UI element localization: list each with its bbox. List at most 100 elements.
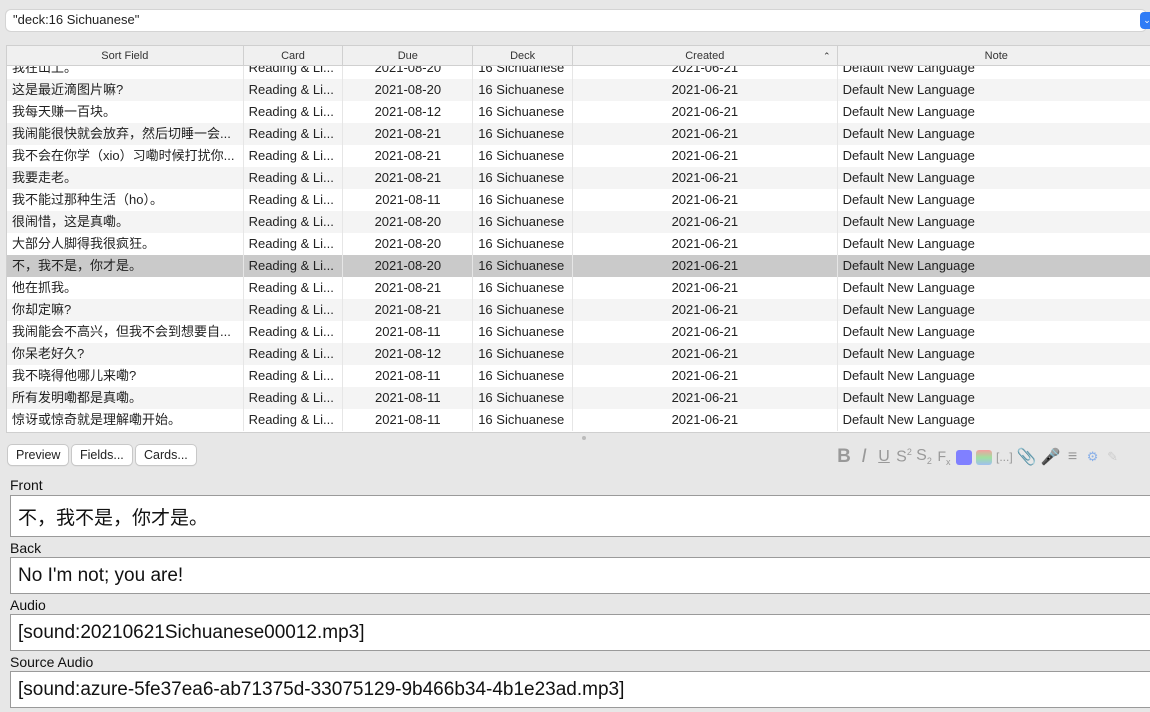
cell-card: Reading & Li... xyxy=(244,101,344,123)
fields-button[interactable]: Fields... xyxy=(72,445,132,465)
cell-card: Reading & Li... xyxy=(244,167,344,189)
cell-deck: 16 Sichuanese xyxy=(473,299,574,321)
table-body[interactable]: 我在山上。 Reading & Li... 2021-08-20 16 Sichuan… xyxy=(7,66,1150,432)
cell-deck: 16 Sichuanese xyxy=(473,211,574,233)
cell-deck: 16 Sichuanese xyxy=(473,409,574,431)
cards-button[interactable]: Cards... xyxy=(136,445,196,465)
cell-card: Reading & Li... xyxy=(244,365,344,387)
search-input[interactable]: "deck:16 Sichuanese" xyxy=(6,10,1146,31)
cell-created: 2021-06-21 xyxy=(573,343,838,365)
field-label-back: Back xyxy=(10,540,42,556)
cell-due: 2021-08-20 xyxy=(343,233,474,255)
table-row[interactable]: 我在山上。 Reading & Li... 2021-08-20 16 Sichuan… xyxy=(7,66,1150,79)
table-row[interactable]: 所有发明嘞都是真嘞。 Reading & Li... 2021-08-11 16 Si… xyxy=(7,387,1150,409)
highlight-color-icon[interactable] xyxy=(976,449,992,465)
cell-deck: 16 Sichuanese xyxy=(473,255,574,277)
cell-deck: 16 Sichuanese xyxy=(473,167,574,189)
back-field[interactable]: No I'm not; you are! xyxy=(10,557,1150,594)
attach-icon[interactable]: 📎 xyxy=(1017,447,1037,467)
table-row[interactable]: 我闹能很快就会放弃，然后切睡一会... Reading & Li... 2021-0… xyxy=(7,123,1150,145)
cell-note: Default New Language xyxy=(842,170,975,185)
cell-created: 2021-06-21 xyxy=(573,189,838,211)
preview-button[interactable]: Preview xyxy=(8,445,69,465)
italic-icon[interactable]: I xyxy=(856,446,872,468)
cell-card: Reading & Li... xyxy=(244,123,344,145)
list-icon[interactable]: ≡ xyxy=(1065,448,1081,466)
cell-card: Reading & Li... xyxy=(244,321,344,343)
subscript-icon[interactable]: S2 xyxy=(916,447,932,466)
field-label-audio: Audio xyxy=(10,597,46,613)
cell-card: Reading & Li... xyxy=(244,299,344,321)
text-color-icon[interactable] xyxy=(956,449,972,465)
cell-created: 2021-06-21 xyxy=(573,101,838,123)
cell-deck: 16 Sichuanese xyxy=(473,101,574,123)
record-audio-icon[interactable]: 🎤 xyxy=(1041,447,1061,467)
cell-deck: 16 Sichuanese xyxy=(473,79,574,101)
table-row[interactable]: 我每天赚一百块。 Reading & Li... 2021-08-12 16 Sich… xyxy=(7,101,1150,123)
format-toolbar: B I U S2 S2 Fx [...] 📎 🎤 ≡ ⚙ ✎ xyxy=(836,446,1121,468)
cell-due: 2021-08-20 xyxy=(343,255,474,277)
superscript-icon[interactable]: S2 xyxy=(896,447,912,466)
cell-sort-field: 我要走老。 xyxy=(7,167,244,189)
column-sort-field[interactable]: Sort Field xyxy=(7,46,244,66)
column-note[interactable]: Note xyxy=(838,46,1150,66)
cell-created: 2021-06-21 xyxy=(573,233,838,255)
table-row-selected[interactable]: 不，我不是，你才是。 Reading & Li... 2021-08-20 16 Si… xyxy=(7,255,1150,277)
splitter-handle[interactable] xyxy=(582,436,586,440)
mathjax-icon[interactable]: ⚙ xyxy=(1085,449,1101,465)
audio-field[interactable]: [sound:20210621Sichuanese00012.mp3] xyxy=(10,614,1150,651)
cell-card: Reading & Li... xyxy=(244,409,344,431)
bold-icon[interactable]: B xyxy=(836,446,852,468)
front-field[interactable]: 不，我不是，你才是。 xyxy=(10,495,1150,537)
table-row[interactable]: 你却定嘛? Reading & Li... 2021-08-21 16 Sichuan… xyxy=(7,299,1150,321)
cell-sort-field: 你呆老好久? xyxy=(7,343,244,365)
html-icon[interactable]: ✎ xyxy=(1105,449,1121,465)
table-row[interactable]: 很闹惜，这是真嘞。 Reading & Li... 2021-08-20 16 Sic… xyxy=(7,211,1150,233)
chevron-down-icon[interactable]: ⌄ xyxy=(1140,12,1150,29)
column-created[interactable]: Created ⌃ xyxy=(573,46,838,66)
table-row[interactable]: 我不晓得他哪儿来嘞? Reading & Li... 2021-08-11 16 Si… xyxy=(7,365,1150,387)
table-row[interactable]: 我不能过那种生活（ho）。 Reading & Li... 2021-08-11 16… xyxy=(7,189,1150,211)
column-deck[interactable]: Deck xyxy=(473,46,574,66)
clear-format-icon[interactable]: Fx xyxy=(936,448,952,467)
table-row[interactable]: 我不会在你学（xio）习嘞时候打扰你... Reading & Li... 2021… xyxy=(7,145,1150,167)
cell-due: 2021-08-11 xyxy=(343,321,474,343)
cell-sort-field: 这是最近滴图片嘛? xyxy=(7,79,244,101)
table-row[interactable]: 你呆老好久? Reading & Li... 2021-08-12 16 Sichua… xyxy=(7,343,1150,365)
cell-card: Reading & Li... xyxy=(244,211,344,233)
card-table: Sort Field Card Due Deck Created ⌃ Note 我… xyxy=(6,45,1150,433)
cell-created: 2021-06-21 xyxy=(573,66,838,79)
cell-sort-field: 我闹能会不高兴，但我不会到想要自... xyxy=(7,321,244,343)
cell-deck: 16 Sichuanese xyxy=(473,387,574,409)
cloze-icon[interactable]: [...] xyxy=(996,450,1013,464)
source-audio-field[interactable]: [sound:azure-5fe37ea6-ab71375d-33075129-… xyxy=(10,671,1150,708)
cell-note: Default New Language xyxy=(842,126,975,141)
cell-note: Default New Language xyxy=(842,324,975,339)
table-row[interactable]: 他在抓我。 Reading & Li... 2021-08-21 16 Sichuan… xyxy=(7,277,1150,299)
column-due[interactable]: Due xyxy=(343,46,474,66)
cell-note: Default New Language xyxy=(842,236,975,251)
field-label-front: Front xyxy=(10,477,43,493)
table-row[interactable]: 这是最近滴图片嘛? Reading & Li... 2021-08-20 16 Sic… xyxy=(7,79,1150,101)
cell-created: 2021-06-21 xyxy=(573,299,838,321)
cell-due: 2021-08-11 xyxy=(343,365,474,387)
cell-due: 2021-08-20 xyxy=(343,211,474,233)
table-row[interactable]: 我要走老。 Reading & Li... 2021-08-21 16 Sichuan… xyxy=(7,167,1150,189)
cell-created: 2021-06-21 xyxy=(573,387,838,409)
cell-created: 2021-06-21 xyxy=(573,365,838,387)
cell-created: 2021-06-21 xyxy=(573,277,838,299)
cell-due: 2021-08-11 xyxy=(343,189,474,211)
column-card[interactable]: Card xyxy=(244,46,344,66)
sort-ascending-icon: ⌃ xyxy=(823,51,831,61)
underline-icon[interactable]: U xyxy=(876,448,892,466)
cell-due: 2021-08-21 xyxy=(343,277,474,299)
cell-deck: 16 Sichuanese xyxy=(473,321,574,343)
cell-due: 2021-08-11 xyxy=(343,387,474,409)
table-row[interactable]: 惊讶或惊奇就是理解嘞开始。 Reading & Li... 2021-08-11 16… xyxy=(7,409,1150,431)
table-row[interactable]: 大部分人脚得我很疯狂。 Reading & Li... 2021-08-20 16 S… xyxy=(7,233,1150,255)
cell-sort-field: 我每天赚一百块。 xyxy=(7,101,244,123)
table-row[interactable]: 我闹能会不高兴，但我不会到想要自... Reading & Li... 2021-0… xyxy=(7,321,1150,343)
cell-created: 2021-06-21 xyxy=(573,255,838,277)
cell-sort-field: 所有发明嘞都是真嘞。 xyxy=(7,387,244,409)
field-label-source-audio: Source Audio xyxy=(10,654,94,670)
